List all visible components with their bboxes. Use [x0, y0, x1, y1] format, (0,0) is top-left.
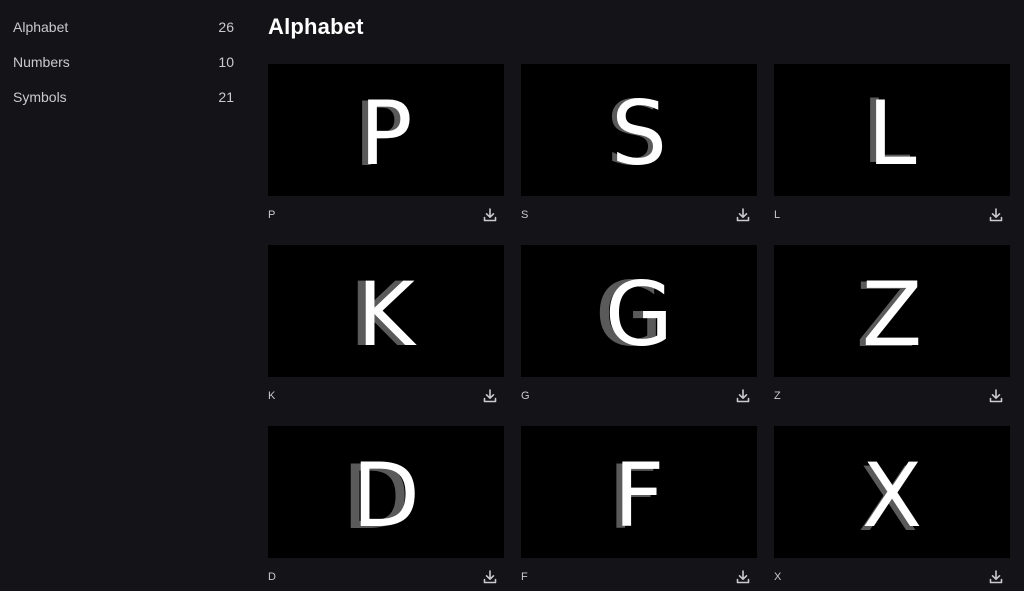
glyph-letter: S — [611, 82, 667, 185]
glyph-artwork: PP — [353, 82, 412, 186]
download-icon[interactable] — [735, 388, 751, 404]
glyph-artwork: FF — [608, 444, 665, 549]
sidebar-item-numbers[interactable]: Numbers 10 — [13, 51, 234, 73]
sidebar-item-count: 10 — [218, 54, 234, 70]
download-icon[interactable] — [482, 569, 498, 585]
asset-card-footer: S — [521, 196, 757, 232]
asset-thumbnail[interactable]: GG — [521, 245, 757, 377]
glyph-artwork: SS — [606, 82, 667, 185]
asset-thumbnail[interactable]: FF — [521, 426, 757, 558]
asset-card-footer: F — [521, 558, 757, 591]
glyph-letter: L — [867, 82, 916, 185]
download-icon[interactable] — [988, 388, 1004, 404]
asset-thumbnail[interactable]: XX — [774, 426, 1010, 558]
asset-label: X — [774, 571, 782, 583]
category-sidebar: Alphabet 26 Numbers 10 Symbols 21 — [0, 0, 248, 591]
asset-card-l: LL L — [774, 64, 1010, 245]
asset-label: L — [774, 209, 781, 221]
asset-card-footer: L — [774, 196, 1010, 232]
asset-thumbnail[interactable]: KK — [268, 245, 504, 377]
glyph-artwork: ZZ — [856, 263, 922, 367]
asset-label: D — [268, 571, 276, 583]
asset-label: Z — [774, 390, 781, 402]
asset-label: G — [521, 390, 530, 402]
glyph-letter: F — [614, 444, 665, 547]
asset-card-footer: D — [268, 558, 504, 591]
asset-thumbnail[interactable]: DD — [268, 426, 504, 558]
download-icon[interactable] — [482, 388, 498, 404]
sidebar-item-label: Alphabet — [13, 19, 69, 35]
asset-card-g: GG G — [521, 245, 757, 426]
download-icon[interactable] — [988, 569, 1004, 585]
sidebar-item-count: 21 — [218, 89, 234, 105]
glyph-letter: Z — [862, 263, 922, 366]
glyph-letter: K — [357, 263, 417, 366]
glyph-artwork: GG — [595, 263, 673, 366]
asset-label: P — [268, 209, 276, 221]
asset-grid: PP P SS S LL L K K K G G G Z Z Z D D D F… — [268, 64, 1010, 591]
asset-label: F — [521, 571, 528, 583]
glyph-letter: D — [352, 444, 420, 547]
page-title: Alphabet — [268, 14, 364, 39]
asset-card-f: FF F — [521, 426, 757, 591]
asset-thumbnail[interactable]: LL — [774, 64, 1010, 196]
asset-card-z: ZZ Z — [774, 245, 1010, 426]
asset-label: K — [268, 390, 276, 402]
sidebar-item-label: Numbers — [13, 54, 70, 70]
glyph-letter: P — [359, 82, 412, 185]
asset-card-x: XX X — [774, 426, 1010, 591]
asset-card-k: KK K — [268, 245, 504, 426]
sidebar-item-count: 26 — [218, 19, 234, 35]
asset-card-footer: X — [774, 558, 1010, 591]
download-icon[interactable] — [482, 207, 498, 223]
download-icon[interactable] — [735, 569, 751, 585]
glyph-letter: X — [862, 444, 922, 547]
asset-card-p: PP P — [268, 64, 504, 245]
app-root: Alphabet 26 Numbers 10 Symbols 21 Alphab… — [0, 0, 1024, 591]
sidebar-item-alphabet[interactable]: Alphabet 26 — [13, 16, 234, 38]
asset-card-footer: P — [268, 196, 504, 232]
glyph-artwork: DD — [342, 444, 420, 549]
glyph-artwork: LL — [861, 80, 916, 185]
asset-card-footer: G — [521, 377, 757, 413]
asset-card-footer: K — [268, 377, 504, 413]
asset-card-footer: Z — [774, 377, 1010, 413]
asset-card-s: SS S — [521, 64, 757, 245]
asset-thumbnail[interactable]: PP — [268, 64, 504, 196]
download-icon[interactable] — [735, 207, 751, 223]
download-icon[interactable] — [988, 207, 1004, 223]
sidebar-item-symbols[interactable]: Symbols 21 — [13, 86, 234, 108]
glyph-letter: G — [605, 263, 673, 366]
asset-label: S — [521, 209, 529, 221]
sidebar-item-label: Symbols — [13, 89, 67, 105]
glyph-artwork: KK — [349, 263, 417, 366]
asset-thumbnail[interactable]: ZZ — [774, 245, 1010, 377]
glyph-artwork: XX — [858, 444, 922, 551]
asset-thumbnail[interactable]: SS — [521, 64, 757, 196]
asset-card-d: DD D — [268, 426, 504, 591]
